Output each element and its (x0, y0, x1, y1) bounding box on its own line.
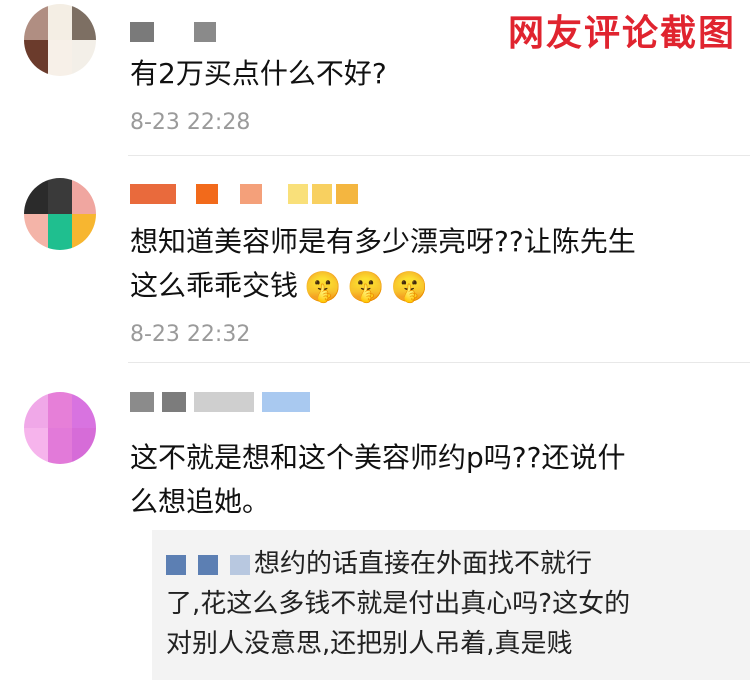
username-mosaic[interactable] (130, 22, 216, 42)
comment-line: 么想追她。 (130, 485, 271, 518)
username-mosaic[interactable] (130, 392, 310, 412)
reply-line: 想约的话直接在外面找不就行 (166, 544, 736, 584)
watermark: 网友评论截图 (507, 13, 736, 54)
divider (128, 155, 750, 156)
reply-line: 对别人没意思,还把别人吊着,真是贱 (166, 629, 573, 659)
shush-emoji-icon: 🤫 (347, 270, 385, 305)
comment-text: 想知道美容师是有多少漂亮呀??让陈先生 这么乖乖交钱 🤫 🤫 🤫 (130, 220, 730, 310)
comment-line: 这不就是想和这个美容师约p吗??还说什 (130, 441, 626, 474)
comment-line: 想知道美容师是有多少漂亮呀??让陈先生 (130, 225, 636, 258)
avatar[interactable] (24, 178, 96, 250)
reply-username-mosaic[interactable] (166, 554, 250, 575)
avatar[interactable] (24, 392, 96, 464)
comment-time: 8-23 22:28 (130, 110, 251, 135)
avatar[interactable] (24, 4, 96, 76)
comment-line-text: 这么乖乖交钱 (130, 269, 299, 302)
reply-box[interactable]: 想约的话直接在外面找不就行 了,花这么多钱不就是付出真心吗?这女的 对别人没意思… (152, 530, 750, 680)
shush-emoji-icon: 🤫 (390, 270, 429, 305)
comment-text: 这不就是想和这个美容师约p吗??还说什 么想追她。 (130, 436, 730, 524)
comment-text: 有2万买点什么不好? (130, 57, 387, 90)
reply-line-text: 想约的话直接在外面找不就行 (254, 549, 593, 579)
reply-text: 想约的话直接在外面找不就行 了,花这么多钱不就是付出真心吗?这女的 对别人没意思… (166, 544, 736, 664)
username-mosaic[interactable] (130, 184, 358, 204)
shush-emoji-icon: 🤫 (304, 270, 342, 305)
reply-line: 了,花这么多钱不就是付出真心吗?这女的 (166, 589, 631, 619)
divider (128, 362, 750, 363)
comment-line: 这么乖乖交钱 🤫 🤫 🤫 (130, 264, 730, 310)
comment-time: 8-23 22:32 (130, 322, 251, 347)
